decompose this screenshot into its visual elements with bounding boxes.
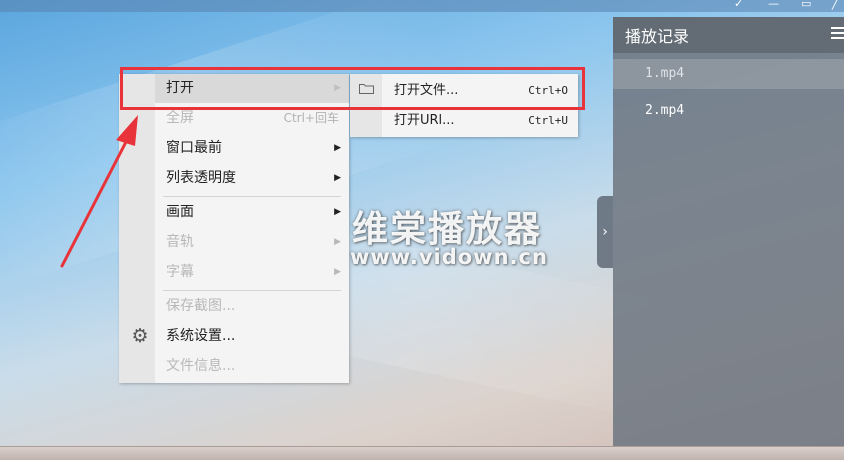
- annotation-arrow: [60, 115, 138, 268]
